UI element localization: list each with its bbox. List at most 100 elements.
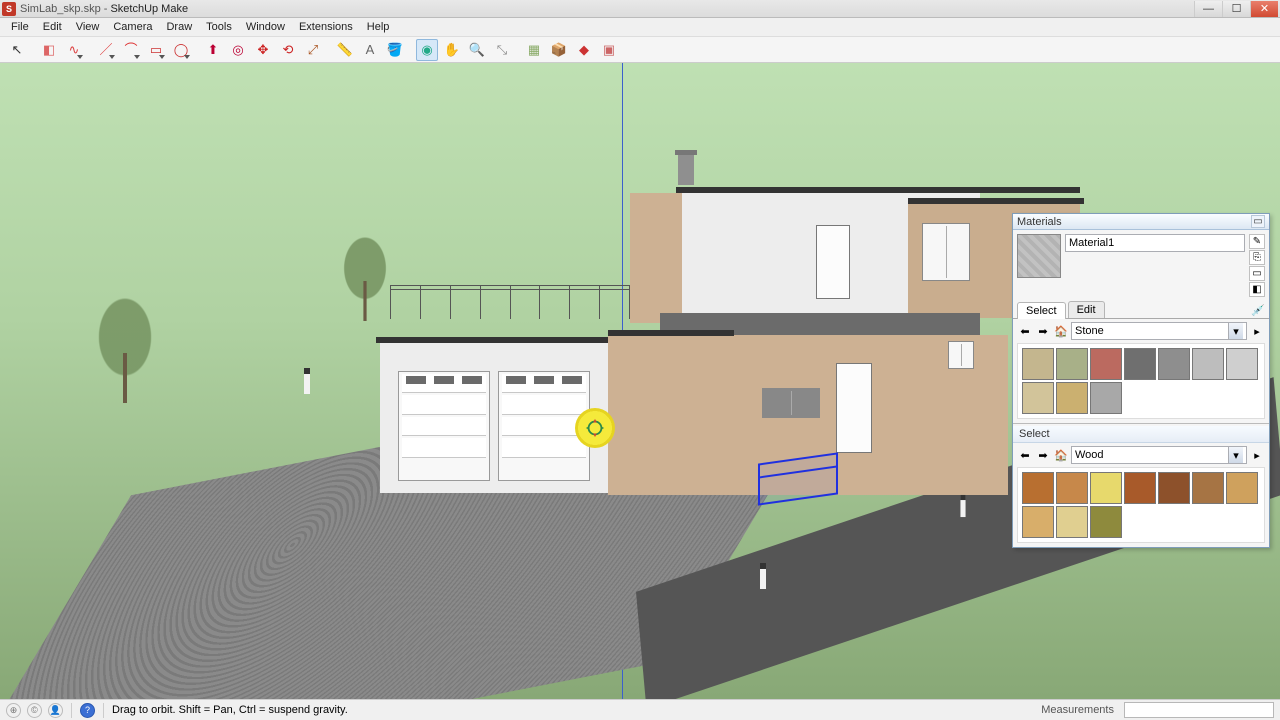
stone-swatch[interactable]: [1158, 348, 1190, 380]
line-tool[interactable]: ／: [95, 39, 117, 61]
status-hint: Drag to orbit. Shift = Pan, Ctrl = suspe…: [112, 704, 348, 716]
pan-tool[interactable]: ✋: [441, 39, 463, 61]
offset-tool[interactable]: ◎: [227, 39, 249, 61]
materials-panel[interactable]: Materials ▭ ✎⎘▭◧ Select Edit 💉 ⬅ ➡ 🏠 Sto…: [1012, 213, 1270, 548]
home-icon[interactable]: 🏠: [1053, 447, 1069, 463]
simlab-tool[interactable]: ▣: [598, 39, 620, 61]
details-icon[interactable]: ▸: [1249, 447, 1265, 463]
nav-back-icon[interactable]: ⬅: [1017, 447, 1033, 463]
wood-swatch[interactable]: [1090, 472, 1122, 504]
toolbar: ↖ ◧∿ ／⌒▭◯ ⬆◎✥⟲⤢ 📏A🪣 ◉✋🔍⤡ ▦📦◆▣: [0, 37, 1280, 63]
library-select-stone[interactable]: Stone ▾: [1071, 322, 1247, 340]
eyedropper-icon[interactable]: 💉: [1251, 304, 1265, 318]
menu-draw[interactable]: Draw: [159, 19, 199, 35]
arc-tool[interactable]: ⌒: [120, 39, 142, 61]
menu-edit[interactable]: Edit: [36, 19, 69, 35]
materials-panel-label: Materials: [1017, 216, 1062, 228]
menu-camera[interactable]: Camera: [106, 19, 159, 35]
window: [922, 223, 970, 281]
status-geo-icon[interactable]: ⊕: [6, 703, 21, 718]
minimize-button[interactable]: —: [1194, 1, 1222, 17]
stone-swatch[interactable]: [1226, 348, 1258, 380]
material-side-icon-0[interactable]: ✎: [1249, 234, 1265, 249]
home-icon[interactable]: 🏠: [1053, 323, 1069, 339]
nav-fwd-icon[interactable]: ➡: [1035, 323, 1051, 339]
zoom-extents-tool[interactable]: ⤡: [491, 39, 513, 61]
stone-swatch[interactable]: [1090, 382, 1122, 414]
menu-window[interactable]: Window: [239, 19, 292, 35]
status-credits-icon[interactable]: ©: [27, 703, 42, 718]
menu-help[interactable]: Help: [360, 19, 397, 35]
stone-swatch[interactable]: [1056, 348, 1088, 380]
menu-file[interactable]: File: [4, 19, 36, 35]
menu-view[interactable]: View: [69, 19, 107, 35]
wood-swatch[interactable]: [1022, 472, 1054, 504]
wood-swatch[interactable]: [1056, 506, 1088, 538]
text-tool[interactable]: A: [359, 39, 381, 61]
wood-swatch[interactable]: [1022, 506, 1054, 538]
stone-swatch[interactable]: [1124, 348, 1156, 380]
stone-swatch[interactable]: [1022, 382, 1054, 414]
wood-swatch[interactable]: [1226, 472, 1258, 504]
status-bar: ⊕ © 👤 ? Drag to orbit. Shift = Pan, Ctrl…: [0, 699, 1280, 720]
building-model: [360, 163, 1080, 563]
nav-back-icon[interactable]: ⬅: [1017, 323, 1033, 339]
paint-bucket-tool[interactable]: 🪣: [384, 39, 406, 61]
orbit-tool[interactable]: ◉: [416, 39, 438, 61]
library-select-value: Stone: [1075, 325, 1104, 337]
wood-swatch[interactable]: [1124, 472, 1156, 504]
nav-fwd-icon[interactable]: ➡: [1035, 447, 1051, 463]
rectangle-tool[interactable]: ▭: [145, 39, 167, 61]
measurements-input[interactable]: [1124, 702, 1274, 718]
select-tool[interactable]: ↖: [6, 39, 28, 61]
chevron-down-icon[interactable]: ▾: [1228, 447, 1243, 463]
menu-extensions[interactable]: Extensions: [292, 19, 360, 35]
close-button[interactable]: ✕: [1250, 1, 1278, 17]
stone-swatch[interactable]: [1056, 382, 1088, 414]
eraser-tool[interactable]: ◧: [38, 39, 60, 61]
materials-panel-title[interactable]: Materials ▭: [1013, 214, 1269, 230]
material-preview[interactable]: [1017, 234, 1061, 278]
balcony-door: [816, 225, 850, 299]
circle-tool[interactable]: ◯: [170, 39, 192, 61]
menu-tools[interactable]: Tools: [199, 19, 239, 35]
warehouse-tool[interactable]: ▦: [523, 39, 545, 61]
freehand-tool[interactable]: ∿: [63, 39, 85, 61]
library-select-value: Wood: [1075, 449, 1104, 461]
layers-tool[interactable]: ◆: [573, 39, 595, 61]
tape-measure-tool[interactable]: 📏: [334, 39, 356, 61]
wood-swatch[interactable]: [1056, 472, 1088, 504]
wood-swatch[interactable]: [1158, 472, 1190, 504]
status-signin-icon[interactable]: 👤: [48, 703, 63, 718]
material-side-icon-2[interactable]: ▭: [1249, 266, 1265, 281]
details-icon[interactable]: ▸: [1249, 323, 1265, 339]
wood-swatch[interactable]: [1090, 506, 1122, 538]
material-side-icon-1[interactable]: ⎘: [1249, 250, 1265, 265]
app-name: SketchUp Make: [110, 3, 188, 15]
stone-swatch[interactable]: [1022, 348, 1054, 380]
section2-label: Select: [1013, 426, 1269, 443]
scale-tool[interactable]: ⤢: [302, 39, 324, 61]
tab-select[interactable]: Select: [1017, 302, 1066, 319]
measurements-label: Measurements: [1037, 704, 1118, 716]
pushpull-tool[interactable]: ⬆: [202, 39, 224, 61]
material-side-icon-3[interactable]: ◧: [1249, 282, 1265, 297]
rotate-tool[interactable]: ⟲: [277, 39, 299, 61]
stone-swatch[interactable]: [1192, 348, 1224, 380]
chevron-down-icon[interactable]: ▾: [1228, 323, 1243, 339]
tab-edit[interactable]: Edit: [1068, 301, 1105, 318]
extension-warehouse-tool[interactable]: 📦: [548, 39, 570, 61]
maximize-button[interactable]: ☐: [1222, 1, 1250, 17]
window: [948, 341, 974, 369]
materials-collapse-button[interactable]: ▭: [1251, 215, 1265, 228]
front-door: [836, 363, 872, 453]
stone-swatch[interactable]: [1090, 348, 1122, 380]
viewport-3d[interactable]: Materials ▭ ✎⎘▭◧ Select Edit 💉 ⬅ ➡ 🏠 Sto…: [0, 63, 1280, 699]
status-help-icon[interactable]: ?: [80, 703, 95, 718]
move-tool[interactable]: ✥: [252, 39, 274, 61]
wood-swatch[interactable]: [1192, 472, 1224, 504]
title-bar: S SimLab_skp.skp - SketchUp Make — ☐ ✕: [0, 0, 1280, 18]
material-name-input[interactable]: [1065, 234, 1245, 252]
zoom-tool[interactable]: 🔍: [466, 39, 488, 61]
library-select-wood[interactable]: Wood ▾: [1071, 446, 1247, 464]
